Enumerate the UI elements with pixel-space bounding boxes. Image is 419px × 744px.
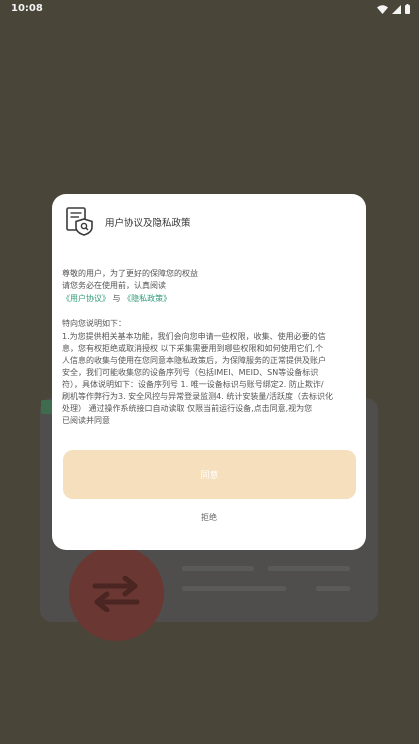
status-time: 10:08: [11, 3, 43, 14]
notice-line: 人信息的收集与使用在您同意本隐私政策后，为保障服务的正常提供及账户: [62, 356, 326, 365]
signal-icon: [392, 4, 401, 14]
notice-line: 刷机等作弊行为3. 安全风控与异常登录监测4. 统计安装量/活跃度（去标识化: [62, 392, 334, 401]
status-bar: 10:08: [0, 0, 419, 20]
reject-button[interactable]: 拒绝: [52, 512, 366, 523]
agree-button[interactable]: 同意: [63, 450, 356, 499]
notice-line: 安全，我们可能收集您的设备序列号（包括IMEI、MEID、SN等设备标识: [62, 368, 319, 377]
battery-icon: [405, 4, 410, 14]
agreement-links-line: 《用户协议》 与 《隐私政策》: [62, 293, 171, 305]
notice-line: 息，您有权拒绝或取消授权 以下采集需要用到哪些权限和如何使用它们,个: [62, 344, 324, 353]
swap-arrows-icon: [92, 576, 140, 612]
background-line: [182, 586, 286, 591]
notice-line: 已阅读并同意: [62, 416, 110, 425]
notice-line: 1.为您提供相关基本功能，我们会向您申请一些权限，收集、使用必要的信: [62, 332, 326, 341]
user-agreement-link[interactable]: 《用户协议》: [62, 294, 110, 303]
background-line: [268, 566, 350, 571]
notice-heading: 特向您说明如下：: [62, 319, 126, 328]
greeting-text: 尊敬的用户，为了更好的保障您的权益: [62, 269, 198, 278]
notice-line: 处理） 通过操作系统接口自动读取 仅限当前运行设备,点击同意,视为您: [62, 404, 313, 413]
background-line: [316, 586, 350, 591]
background-transfer-button: [69, 546, 164, 641]
wifi-icon: [377, 4, 388, 14]
status-icons: [377, 4, 410, 14]
background-line: [182, 566, 254, 571]
privacy-dialog: 用户协议及隐私政策 尊敬的用户，为了更好的保障您的权益 请您务必在使用前，认真阅…: [52, 194, 366, 550]
and-text: 与: [112, 294, 121, 303]
shield-document-icon: [66, 207, 93, 236]
read-prompt-text: 请您务必在使用前，认真阅读: [62, 281, 166, 290]
dialog-title: 用户协议及隐私政策: [105, 218, 191, 229]
notice-line: 符），具体说明如下：设备序列号 1. 唯一设备标识与账号绑定2. 防止欺诈/: [62, 380, 324, 389]
privacy-policy-link[interactable]: 《隐私政策》: [123, 294, 171, 303]
